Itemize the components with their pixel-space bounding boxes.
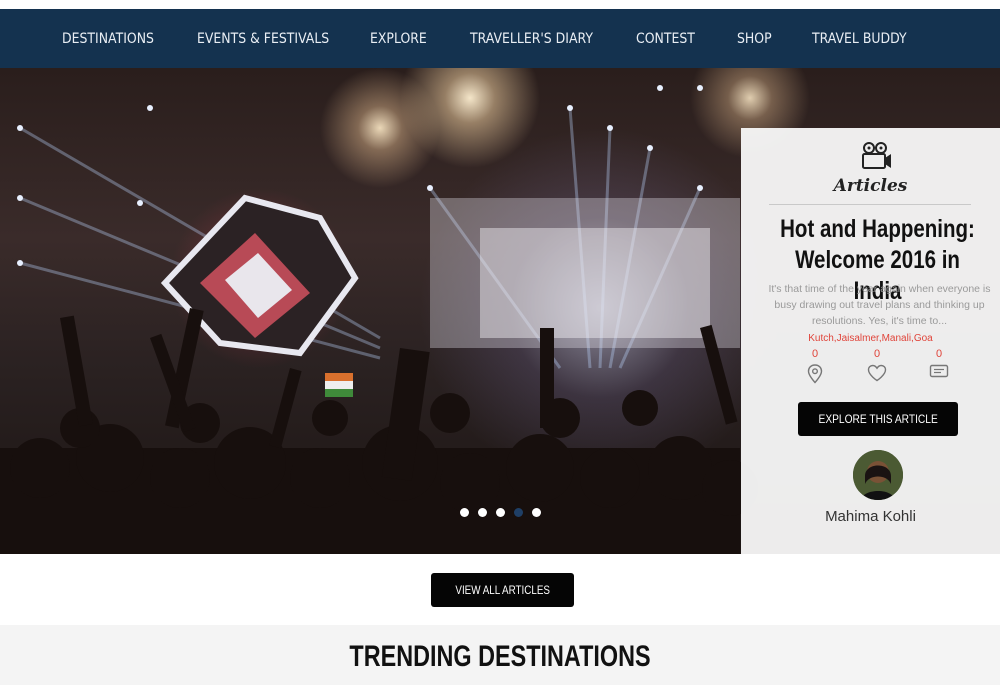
article-excerpt: It's that time of the year again when ev… [768, 283, 991, 327]
nav-item-travel-buddy[interactable]: TRAVEL BUDDY [812, 31, 907, 47]
explore-article-button-label: EXPLORE THIS ARTICLE [818, 412, 938, 426]
main-nav: DESTINATIONS EVENTS & FESTIVALS EXPLORE … [0, 9, 1000, 68]
heart-icon [867, 364, 887, 382]
carousel-dot[interactable] [460, 508, 469, 517]
author-avatar[interactable] [853, 450, 903, 500]
article-category-label: Articles [833, 176, 908, 196]
explore-article-button[interactable]: EXPLORE THIS ARTICLE [798, 402, 958, 436]
top-strip [0, 0, 1000, 9]
stat-comments-count: 0 [935, 348, 943, 360]
stat-likes[interactable]: 0 [857, 348, 897, 382]
nav-item-explore[interactable]: EXPLORE [370, 31, 427, 47]
trending-destinations-heading: TRENDING DESTINATIONS [349, 640, 651, 673]
carousel-dot[interactable] [478, 508, 487, 517]
author-photo [853, 450, 903, 500]
nav-item-travellers-diary[interactable]: TRAVELLER'S DIARY [470, 31, 593, 47]
author-name[interactable]: Mahima Kohli [741, 508, 1000, 525]
stat-locations-count: 0 [811, 348, 819, 360]
stat-likes-count: 0 [873, 348, 881, 360]
stat-comments[interactable]: 0 [919, 348, 959, 380]
divider [769, 204, 971, 205]
view-all-articles-button[interactable]: VIEW ALL ARTICLES [431, 573, 574, 607]
nav-item-shop[interactable]: SHOP [737, 31, 772, 47]
carousel-dots-overlay [460, 508, 541, 517]
carousel-dot[interactable] [496, 508, 505, 517]
view-all-articles-label: VIEW ALL ARTICLES [455, 583, 550, 597]
stat-locations[interactable]: 0 [795, 348, 835, 384]
article-title-line-1: Hot and Happening: [780, 215, 975, 243]
location-pin-icon [807, 364, 823, 384]
nav-item-events-festivals[interactable]: EVENTS & FESTIVALS [197, 31, 329, 47]
article-locations[interactable]: Kutch,Jaisalmer,Manali,Goa [741, 333, 1000, 344]
nav-item-contest[interactable]: CONTEST [636, 31, 695, 47]
comment-icon [929, 364, 949, 378]
article-stats: 0 0 0 [741, 348, 1000, 388]
featured-article-card: Articles Hot and Happening: Welcome 2016… [741, 128, 1000, 554]
camera-icon [862, 142, 891, 169]
carousel-dot[interactable] [532, 508, 541, 517]
nav-item-destinations[interactable]: DESTINATIONS [62, 31, 154, 47]
carousel-dot-active[interactable] [514, 508, 523, 517]
